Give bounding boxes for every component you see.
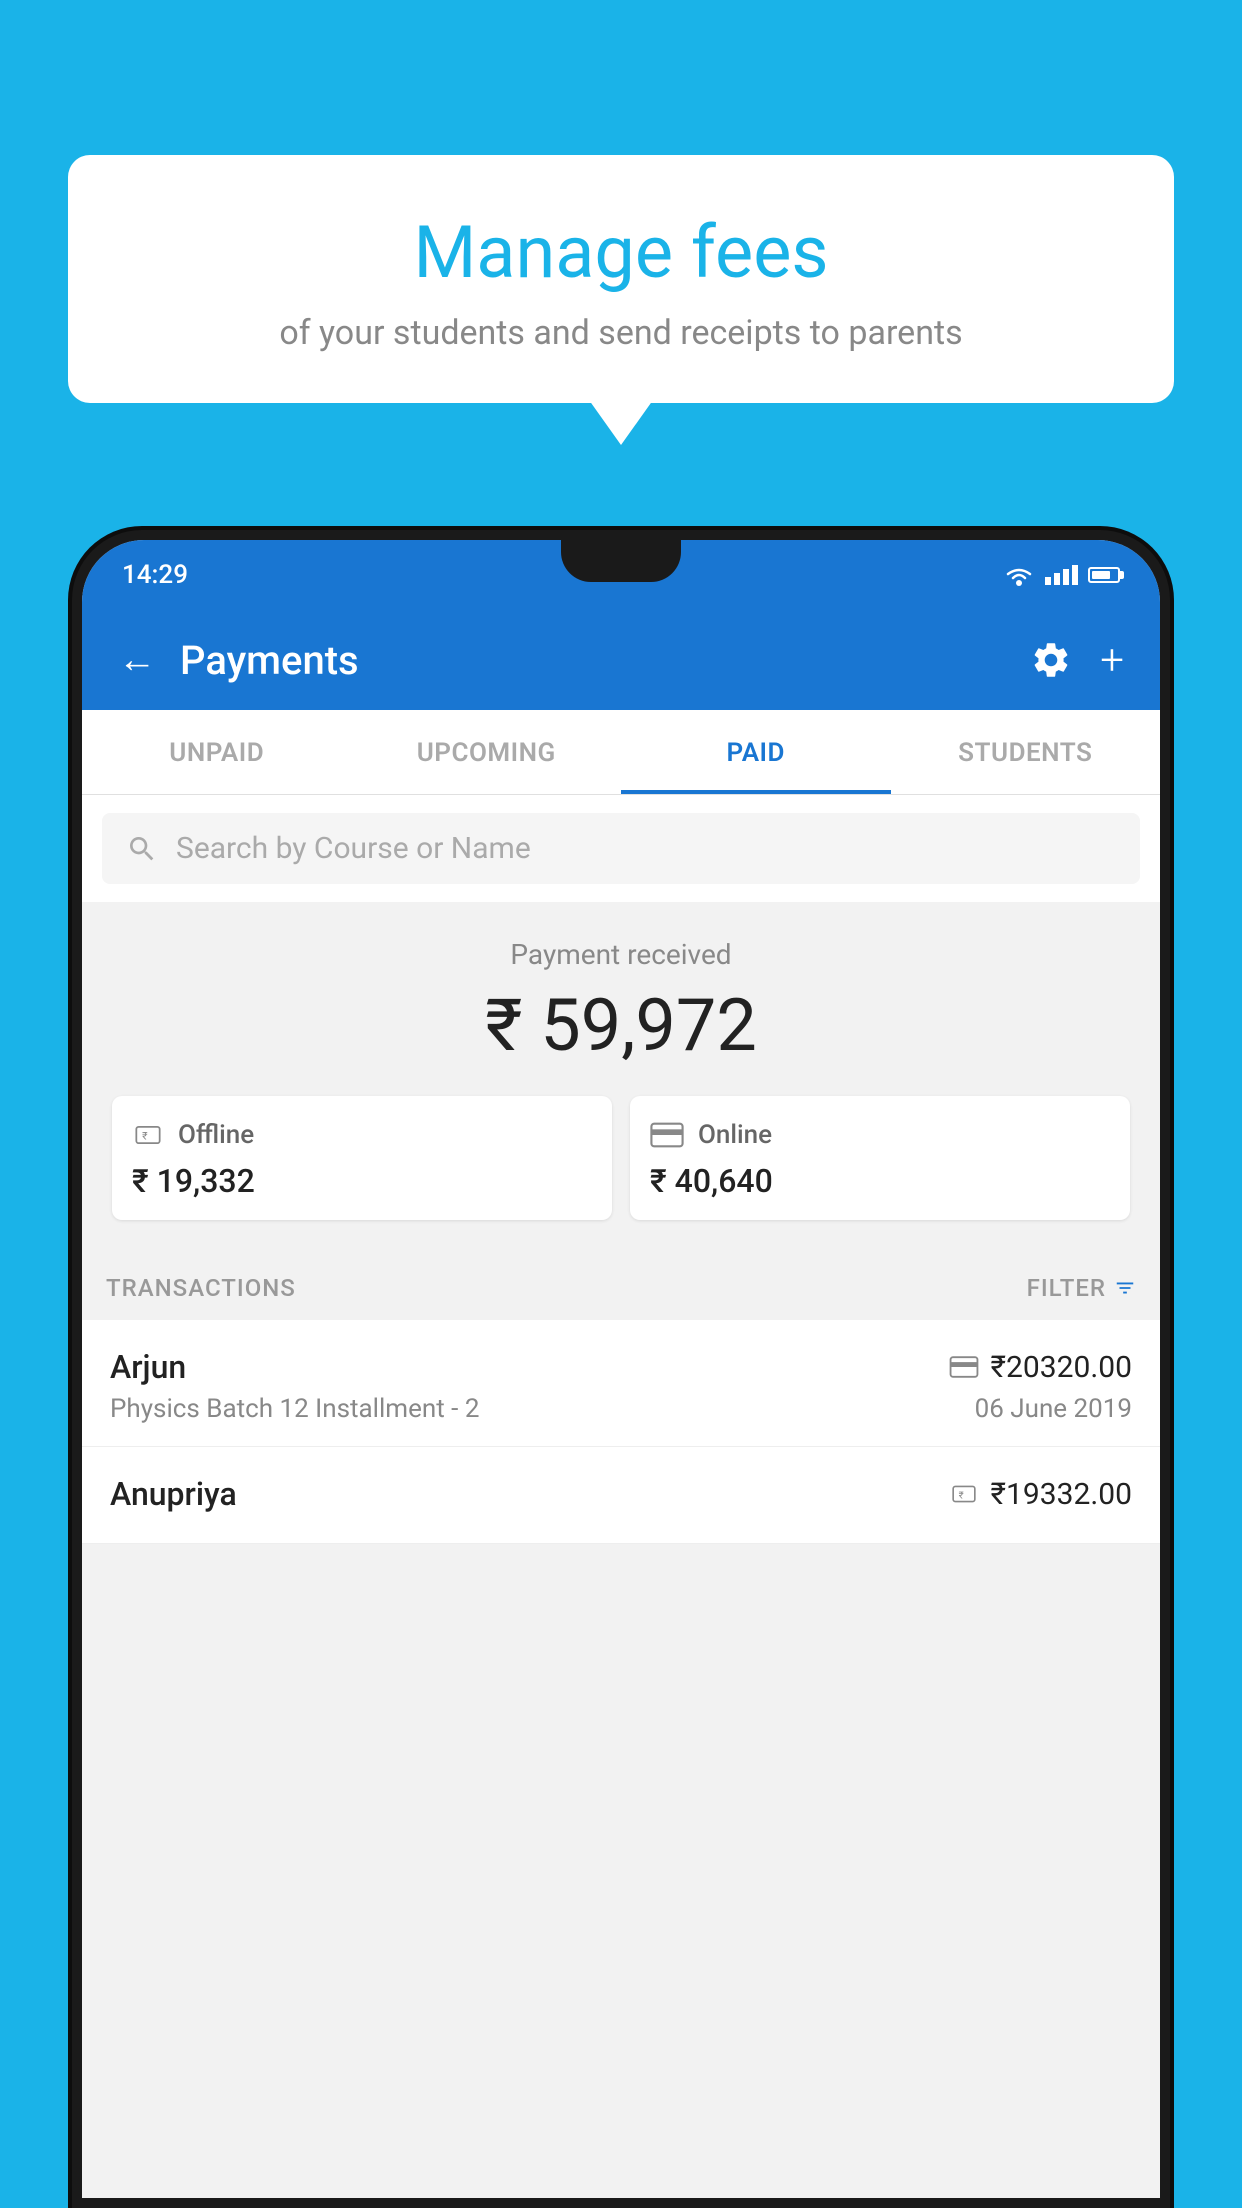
tab-paid[interactable]: PAID xyxy=(621,710,891,794)
back-button[interactable]: ← xyxy=(118,638,156,682)
search-placeholder: Search by Course or Name xyxy=(176,831,531,866)
header-left: ← Payments xyxy=(118,637,359,684)
tab-unpaid[interactable]: UNPAID xyxy=(82,710,352,794)
offline-label: Offline xyxy=(178,1120,254,1150)
search-box[interactable]: Search by Course or Name xyxy=(102,813,1140,884)
offline-payment-icon: ₹ xyxy=(949,1481,979,1507)
gear-icon[interactable] xyxy=(1030,639,1072,681)
phone-inner: 14:29 xyxy=(82,540,1160,2198)
transactions-label: TRANSACTIONS xyxy=(106,1274,296,1302)
offline-icon: ₹ xyxy=(132,1121,164,1149)
header-title: Payments xyxy=(180,637,359,684)
transaction-name-arjun: Arjun xyxy=(110,1348,186,1386)
search-icon xyxy=(126,833,158,865)
transaction-date-arjun: 06 June 2019 xyxy=(975,1394,1132,1424)
online-label: Online xyxy=(698,1120,772,1150)
transaction-amount-arjun: ₹20320.00 xyxy=(991,1350,1132,1385)
transactions-header: TRANSACTIONS FILTER xyxy=(82,1250,1160,1320)
status-bar: 14:29 xyxy=(82,540,1160,610)
battery-icon xyxy=(1088,567,1120,583)
transaction-row-anupriya: Anupriya ₹ ₹19332.00 xyxy=(82,1447,1160,1544)
search-container: Search by Course or Name xyxy=(82,795,1160,902)
speech-bubble-section: Manage fees of your students and send re… xyxy=(68,155,1174,403)
transaction-top-anupriya: Anupriya ₹ ₹19332.00 xyxy=(110,1475,1132,1513)
status-icons xyxy=(1003,564,1120,586)
transaction-top-arjun: Arjun ₹20320.00 xyxy=(110,1348,1132,1386)
online-card-header: Online xyxy=(650,1120,1110,1150)
transaction-amount-anupriya: ₹19332.00 xyxy=(991,1477,1132,1512)
offline-card-header: ₹ Offline xyxy=(132,1120,592,1150)
payment-total-amount: ₹ 59,972 xyxy=(112,983,1130,1068)
svg-text:₹: ₹ xyxy=(142,1130,148,1143)
app-header: ← Payments + xyxy=(82,610,1160,710)
online-payment-icon xyxy=(949,1356,979,1378)
offline-payment-card: ₹ Offline ₹ 19,332 xyxy=(112,1096,612,1220)
online-amount: ₹ 40,640 xyxy=(650,1162,1110,1200)
transaction-name-anupriya: Anupriya xyxy=(110,1475,237,1513)
wifi-icon xyxy=(1003,564,1035,586)
transaction-amount-row-anupriya: ₹ ₹19332.00 xyxy=(949,1477,1132,1512)
notch xyxy=(561,540,681,582)
online-icon xyxy=(650,1122,684,1148)
filter-icon xyxy=(1114,1277,1136,1299)
filter-button[interactable]: FILTER xyxy=(1027,1274,1136,1302)
payment-summary: Payment received ₹ 59,972 ₹ Offline ₹ 19… xyxy=(82,902,1160,1250)
payment-received-label: Payment received xyxy=(112,938,1130,971)
tab-upcoming[interactable]: UPCOMING xyxy=(352,710,622,794)
filter-text: FILTER xyxy=(1027,1274,1106,1302)
transaction-row: Arjun ₹20320.00 Physics Batch 12 Install… xyxy=(82,1320,1160,1447)
online-payment-card: Online ₹ 40,640 xyxy=(630,1096,1130,1220)
transaction-course-arjun: Physics Batch 12 Installment - 2 xyxy=(110,1394,479,1424)
bubble-subtitle: of your students and send receipts to pa… xyxy=(128,313,1114,353)
tab-students[interactable]: STUDENTS xyxy=(891,710,1161,794)
transaction-amount-row-arjun: ₹20320.00 xyxy=(949,1350,1132,1385)
svg-text:₹: ₹ xyxy=(958,1490,963,1501)
add-button[interactable]: + xyxy=(1100,636,1124,685)
offline-amount: ₹ 19,332 xyxy=(132,1162,592,1200)
phone-frame: 14:29 xyxy=(72,530,1170,2208)
speech-bubble: Manage fees of your students and send re… xyxy=(68,155,1174,403)
bubble-title: Manage fees xyxy=(128,210,1114,295)
header-right: + xyxy=(1030,636,1124,685)
payment-cards-row: ₹ Offline ₹ 19,332 Online xyxy=(112,1096,1130,1220)
tabs-bar: UNPAID UPCOMING PAID STUDENTS xyxy=(82,710,1160,795)
transaction-bottom-arjun: Physics Batch 12 Installment - 2 06 June… xyxy=(110,1394,1132,1424)
signal-icon xyxy=(1045,565,1078,585)
status-time: 14:29 xyxy=(122,560,188,590)
